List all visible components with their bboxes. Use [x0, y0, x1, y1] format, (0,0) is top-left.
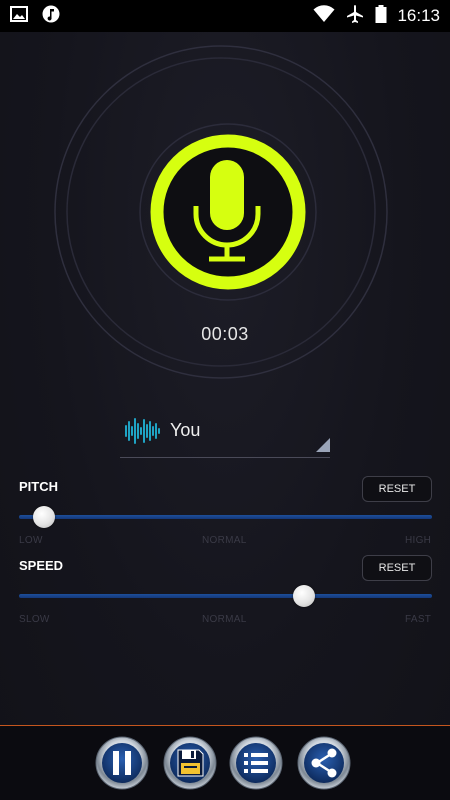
- speed-slider-thumb[interactable]: [292, 585, 315, 607]
- waveform-icon: [124, 416, 160, 451]
- pitch-slider-track[interactable]: [19, 515, 432, 519]
- speed-slider-track[interactable]: [19, 594, 432, 598]
- save-icon: [163, 736, 217, 790]
- status-bar: 16:13: [0, 0, 450, 32]
- music-note-icon: [42, 5, 60, 28]
- wifi-icon: [313, 4, 335, 28]
- dropdown-corner-icon: [316, 438, 330, 457]
- share-icon: [297, 736, 351, 790]
- list-icon: [229, 736, 283, 790]
- speed-slow-label: SLOW: [19, 614, 50, 625]
- speed-reset-button[interactable]: RESET: [362, 555, 432, 581]
- save-button[interactable]: [163, 736, 217, 790]
- share-button[interactable]: [297, 736, 351, 790]
- airplane-icon: [345, 4, 365, 29]
- pitch-slider-thumb[interactable]: [32, 506, 55, 528]
- microphone-icon: [150, 134, 306, 290]
- voice-dropdown[interactable]: You: [120, 410, 330, 458]
- pitch-label: PITCH: [19, 479, 58, 494]
- speed-fast-label: FAST: [405, 614, 432, 625]
- record-button[interactable]: [148, 132, 308, 292]
- clock: 16:13: [397, 6, 440, 25]
- bottom-toolbar: [0, 725, 450, 800]
- pitch-low-label: LOW: [19, 535, 43, 546]
- pitch-reset-button[interactable]: RESET: [362, 476, 432, 502]
- selected-voice-label: You: [170, 420, 201, 440]
- image-icon: [10, 5, 28, 27]
- speed-label: SPEED: [19, 558, 64, 573]
- battery-icon: [375, 4, 387, 28]
- pitch-normal-label: NORMAL: [202, 535, 247, 546]
- recording-timer: 00:03: [201, 324, 249, 344]
- voice-changer-screen: 00:03 You PITCH RESET LOW NORMAL HIGH SP…: [0, 32, 450, 800]
- pause-button[interactable]: [95, 736, 149, 790]
- pause-icon: [95, 736, 149, 790]
- pitch-high-label: HIGH: [405, 535, 432, 546]
- list-button[interactable]: [229, 736, 283, 790]
- speed-normal-label: NORMAL: [202, 614, 247, 625]
